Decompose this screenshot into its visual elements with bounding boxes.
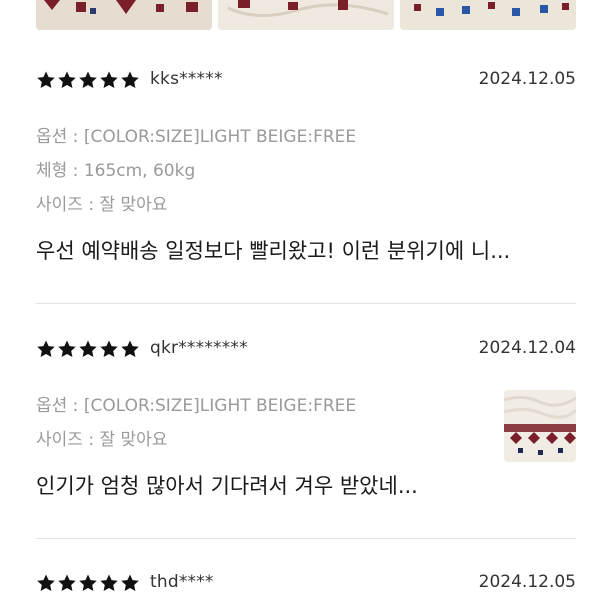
divider (36, 538, 576, 539)
star-icon (58, 71, 76, 88)
star-icon (37, 71, 55, 88)
star-icon (121, 71, 139, 88)
divider (36, 303, 576, 304)
review-photo-thumbnail[interactable] (36, 0, 212, 30)
review-size-fit: 사이즈 : 잘 맞아요 (36, 195, 168, 215)
star-icon (37, 340, 55, 357)
star-icon (100, 71, 118, 88)
review-date: 2024.12.04 (478, 338, 576, 358)
review-date: 2024.12.05 (478, 69, 576, 89)
star-icon (79, 574, 97, 591)
reviewer-id: thd**** (150, 572, 214, 592)
reviewer-id: qkr******** (150, 338, 248, 358)
rating-stars (36, 573, 140, 593)
review-date: 2024.12.05 (478, 572, 576, 592)
star-icon (58, 340, 76, 357)
star-icon (79, 71, 97, 88)
star-icon (100, 574, 118, 591)
review-photo-strip (0, 0, 613, 30)
review-photo-thumbnail[interactable] (400, 0, 576, 30)
review-text[interactable]: 우선 예약배송 일정보다 빨리왔고! 이런 분위기에 니... (36, 235, 510, 265)
star-icon (79, 340, 97, 357)
review-size-fit: 사이즈 : 잘 맞아요 (36, 430, 168, 450)
star-icon (58, 574, 76, 591)
review-photo-thumbnail[interactable] (504, 390, 576, 462)
rating-stars (36, 339, 140, 359)
review-photo-thumbnail[interactable] (218, 0, 394, 30)
star-icon (121, 574, 139, 591)
rating-stars (36, 70, 140, 90)
review-option: 옵션 : [COLOR:SIZE]LIGHT BEIGE:FREE (36, 127, 357, 147)
review-body-type: 체형 : 165cm, 60kg (36, 161, 196, 181)
review-option: 옵션 : [COLOR:SIZE]LIGHT BEIGE:FREE (36, 396, 357, 416)
review-text[interactable]: 인기가 엄청 많아서 기다려서 겨우 받았네... (36, 470, 418, 500)
reviewer-id: kks***** (150, 69, 223, 89)
star-icon (100, 340, 118, 357)
star-icon (37, 574, 55, 591)
star-icon (121, 340, 139, 357)
